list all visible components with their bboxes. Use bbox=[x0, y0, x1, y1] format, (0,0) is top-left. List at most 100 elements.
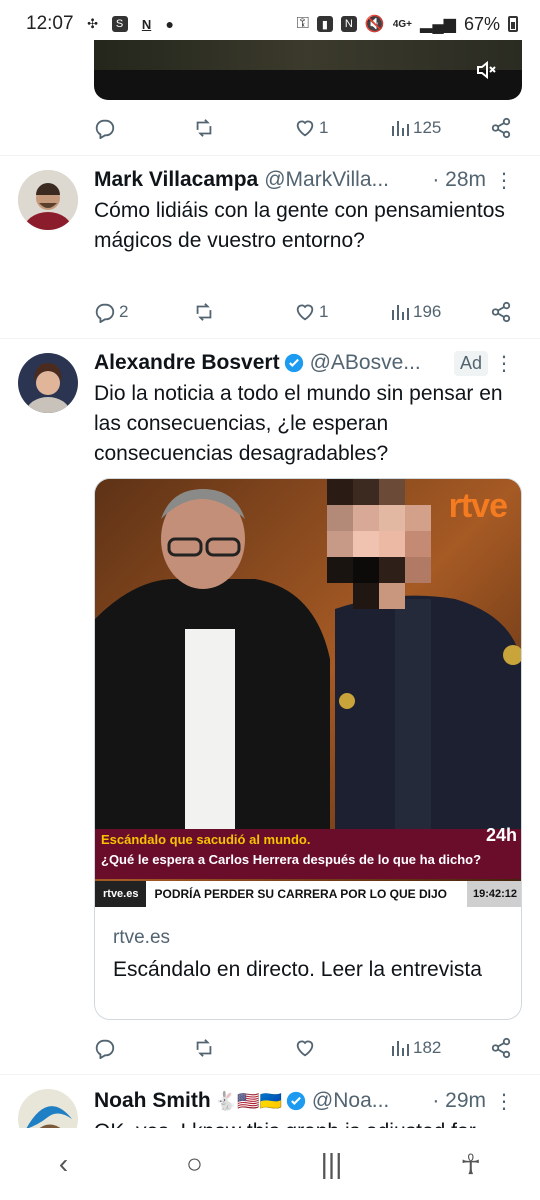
views-icon bbox=[392, 121, 409, 136]
home-icon[interactable]: ○ bbox=[186, 1148, 203, 1180]
system-nav-bar: ‹ ○ ||| ☥ bbox=[0, 1128, 540, 1200]
video-player[interactable] bbox=[94, 40, 522, 100]
like-button[interactable]: 1 bbox=[294, 301, 328, 323]
avatar-photo bbox=[18, 353, 78, 413]
avatar[interactable] bbox=[18, 353, 78, 413]
card-title: Escándalo en directo. Leer la entrevista bbox=[113, 958, 482, 981]
share-icon bbox=[491, 301, 511, 323]
tweet-actions: 1 125 bbox=[94, 113, 514, 143]
avatar[interactable] bbox=[18, 170, 78, 230]
share-icon bbox=[491, 117, 511, 139]
ticker: rtve.es PODRÍA PERDER SU CARRERA POR LO … bbox=[95, 881, 521, 907]
card-image: rtve Escándalo que sacudió al mundo. ¿Qu… bbox=[95, 479, 521, 907]
speaker-mute-icon[interactable] bbox=[474, 58, 498, 82]
retweet-button[interactable] bbox=[192, 301, 216, 323]
reply-count: 2 bbox=[119, 302, 129, 321]
signal-icon: ▂▄▆ bbox=[420, 16, 456, 33]
view-count: 196 bbox=[413, 302, 442, 321]
reply-icon bbox=[95, 119, 115, 139]
like-count: 1 bbox=[319, 302, 329, 321]
banner-kicker: Escándalo que sacudió al mundo. bbox=[101, 832, 311, 847]
views-button[interactable]: 125 bbox=[390, 118, 441, 138]
channel-badge: 24h bbox=[485, 825, 517, 845]
more-options-icon[interactable]: ⋮ bbox=[494, 1089, 514, 1114]
tweet-actions: 2 1 196 bbox=[94, 297, 514, 327]
divider bbox=[0, 155, 540, 156]
banner: Escándalo que sacudió al mundo. ¿Qué le … bbox=[95, 825, 521, 879]
view-count: 125 bbox=[413, 118, 442, 137]
nfc-icon: N bbox=[340, 16, 357, 32]
author-name[interactable]: Alexandre Bosvert bbox=[94, 351, 280, 375]
author-handle[interactable]: @MarkVilla... bbox=[264, 168, 389, 192]
clock: 12:07 bbox=[26, 13, 74, 34]
ticker-time: 19:42:12 bbox=[466, 881, 521, 907]
retweet-icon bbox=[196, 303, 212, 321]
retweet-icon bbox=[196, 119, 212, 137]
views-icon bbox=[392, 305, 409, 320]
ticker-text: PODRÍA PERDER SU CARRERA POR LO QUE DIJO bbox=[154, 887, 447, 901]
mute-icon: 🔇 bbox=[364, 16, 385, 33]
author-name[interactable]: Noah Smith bbox=[94, 1089, 211, 1113]
tweet-time[interactable]: · 29m bbox=[432, 1089, 486, 1113]
divider bbox=[0, 338, 540, 339]
ticker-brand: rtve.es bbox=[95, 881, 147, 907]
card-domain: rtve.es bbox=[113, 927, 171, 948]
retweet-button[interactable] bbox=[192, 1037, 216, 1059]
more-options-icon[interactable]: ⋮ bbox=[494, 351, 514, 376]
card-meta: rtve.es Escándalo en directo. Leer la en… bbox=[113, 925, 513, 985]
tweet-header: Alexandre Bosvert @ABosve... Ad ⋮ bbox=[94, 349, 524, 377]
tweet-time[interactable]: · 28m bbox=[432, 168, 486, 192]
heart-icon bbox=[296, 304, 314, 321]
tweet-actions: 182 bbox=[94, 1033, 514, 1063]
share-button[interactable] bbox=[490, 301, 512, 323]
like-button[interactable] bbox=[294, 1037, 316, 1059]
reply-icon bbox=[95, 303, 115, 323]
tweet-text: Cómo lidiáis con la gente con pensamient… bbox=[94, 199, 505, 252]
battery-icon bbox=[508, 16, 518, 32]
verified-badge-icon bbox=[284, 353, 303, 373]
more-options-icon[interactable]: ⋮ bbox=[494, 168, 514, 193]
recents-icon[interactable]: ||| bbox=[321, 1148, 343, 1180]
video-frame bbox=[94, 40, 522, 70]
like-button[interactable]: 1 bbox=[294, 117, 328, 139]
name-emojis: 🐇🇺🇸🇺🇦 bbox=[214, 1090, 282, 1111]
back-icon[interactable]: ‹ bbox=[59, 1148, 68, 1180]
retweet-icon bbox=[196, 1039, 212, 1057]
tweet-header: Mark Villacampa @MarkVilla... · 28m ⋮ bbox=[94, 166, 524, 194]
reply-button[interactable] bbox=[94, 1037, 116, 1059]
avatar-photo bbox=[18, 170, 78, 230]
divider bbox=[0, 1074, 540, 1075]
author-handle[interactable]: @Noa... bbox=[312, 1089, 389, 1113]
network-label: 4G+ bbox=[392, 18, 413, 30]
verified-badge-icon bbox=[286, 1091, 306, 1111]
heart-icon bbox=[296, 1040, 314, 1057]
link-card[interactable]: rtve Escándalo que sacudió al mundo. ¿Qu… bbox=[94, 478, 522, 1020]
share-icon bbox=[491, 1037, 511, 1059]
views-button[interactable]: 196 bbox=[390, 302, 441, 322]
reply-button[interactable] bbox=[94, 117, 116, 139]
reply-button[interactable]: 2 bbox=[94, 301, 128, 323]
views-icon bbox=[392, 1041, 409, 1056]
ad-badge: Ad bbox=[453, 350, 488, 376]
dot-icon: ● bbox=[165, 16, 175, 32]
heart-icon bbox=[296, 120, 314, 137]
accessibility-icon[interactable]: ☥ bbox=[460, 1148, 481, 1181]
retweet-button[interactable] bbox=[192, 117, 216, 139]
share-button[interactable] bbox=[490, 1037, 512, 1059]
tweet-text: Dio la noticia a todo el mundo sin pensa… bbox=[94, 382, 503, 465]
view-count: 182 bbox=[413, 1038, 442, 1057]
battery-saver-icon: ▮ bbox=[316, 16, 333, 32]
author-handle[interactable]: @ABosve... bbox=[310, 351, 421, 375]
n-app-icon: N bbox=[141, 16, 152, 32]
views-button[interactable]: 182 bbox=[390, 1038, 441, 1058]
reply-icon bbox=[95, 1039, 115, 1059]
share-button[interactable] bbox=[490, 117, 512, 139]
author-name[interactable]: Mark Villacampa bbox=[94, 168, 258, 192]
banner-headline: ¿Qué le espera a Carlos Herrera después … bbox=[101, 852, 482, 867]
rtve-logo: rtve bbox=[448, 487, 508, 525]
s-app-icon: S bbox=[111, 16, 128, 32]
like-count: 1 bbox=[319, 118, 329, 137]
battery-percent: 67% bbox=[463, 13, 500, 34]
key-icon: ⚿ bbox=[296, 15, 309, 32]
slack-icon: ✣ bbox=[87, 16, 98, 31]
